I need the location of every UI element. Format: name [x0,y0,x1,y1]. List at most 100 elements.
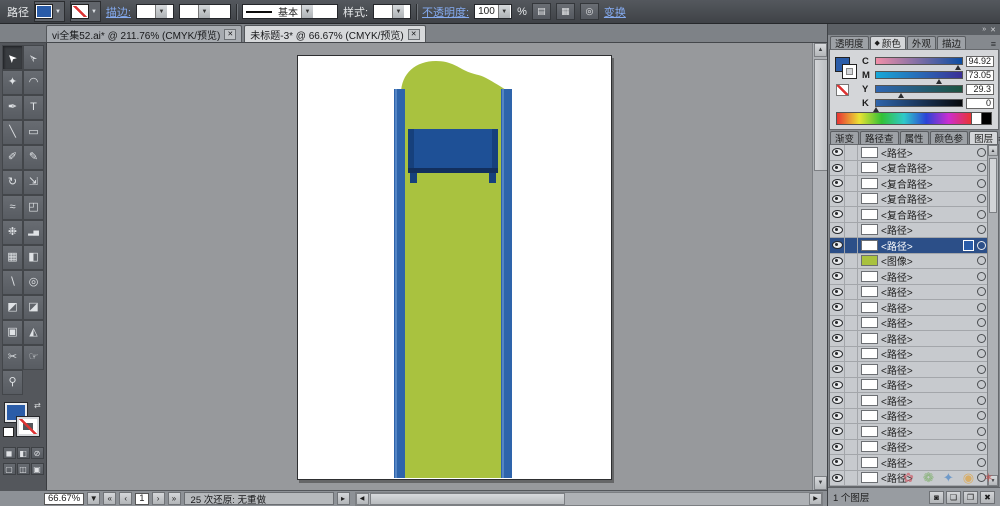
layer-row[interactable]: <路径> [830,408,998,424]
layer-row[interactable]: <路径> [830,377,998,393]
lock-cell[interactable] [845,331,858,346]
slider-marker-icon[interactable] [954,65,961,70]
chevron-down-icon[interactable]: ▼ [300,5,313,18]
layer-row[interactable]: <路径> [830,315,998,331]
mesh-tool[interactable]: ▦ [2,245,23,270]
layers-scrollbar[interactable]: ▲ ▼ [987,145,998,486]
zoom-tool[interactable]: ⚲ [2,370,23,395]
slider-track[interactable] [875,85,963,98]
stroke-link[interactable]: 描边: [106,4,131,20]
visibility-toggle[interactable] [830,439,845,454]
tab-color-guide[interactable]: 颜色参 [929,131,969,145]
slider-value-field[interactable]: 94.92 [966,55,994,67]
type-tool[interactable]: T [23,95,44,120]
lock-cell[interactable] [845,439,858,454]
free-transform-tool[interactable]: ◰ [23,195,44,220]
transform-link[interactable]: 变换 [604,4,626,20]
direct-selection-tool[interactable]: ➢ [23,45,44,70]
pencil-tool[interactable]: ✎ [23,145,44,170]
chevron-down-icon[interactable]: ▼ [53,9,63,15]
lock-cell[interactable] [845,207,858,222]
hscroll-thumb[interactable] [369,492,566,505]
vscroll-thumb[interactable] [814,59,828,171]
target-icon[interactable] [977,256,986,266]
target-icon[interactable] [977,349,986,359]
visibility-toggle[interactable] [830,176,845,191]
spectrum-ramp[interactable] [837,113,971,124]
delete-layer-button[interactable]: ✖ [980,490,995,504]
lock-cell[interactable] [845,160,858,175]
layer-row[interactable]: <路径> [830,300,998,316]
scale-tool[interactable]: ⇲ [23,170,44,195]
lock-cell[interactable] [845,377,858,392]
canvas-area[interactable] [47,43,812,490]
tab-transparency[interactable]: 透明度 [830,36,869,50]
visibility-toggle[interactable] [830,269,845,284]
dock-close-icon[interactable]: ✕ [990,26,996,34]
tab-color[interactable]: ◆ 颜色 [869,36,906,50]
document-tab[interactable]: 未标题-3* @ 66.67% (CMYK/预览) ✕ [244,25,426,42]
lock-cell[interactable] [845,455,858,470]
pen-tool[interactable]: ✒ [2,95,23,120]
visibility-toggle[interactable] [830,315,845,330]
target-icon[interactable] [977,457,986,467]
visibility-toggle[interactable] [830,284,845,299]
target-icon[interactable] [977,380,986,390]
slider-value-field[interactable]: 73.05 [966,69,994,81]
chevron-down-icon[interactable]: ▼ [154,5,167,18]
lock-cell[interactable] [845,145,858,160]
slider-track[interactable] [875,71,963,84]
visibility-toggle[interactable] [830,222,845,237]
prev-page-button[interactable]: ‹ [119,492,133,505]
target-icon[interactable] [977,411,986,421]
fill-swatch[interactable] [36,5,52,18]
opacity-link[interactable]: 不透明度: [422,4,469,20]
target-icon[interactable] [977,240,986,250]
visibility-toggle[interactable] [830,455,845,470]
zoom-dropdown-icon[interactable]: ▼ [87,492,101,505]
tab-appearance[interactable]: 外观 [906,36,936,50]
target-icon[interactable] [977,318,986,328]
last-page-button[interactable]: » [167,492,181,505]
symbol-sprayer-tool[interactable]: ❉ [2,220,23,245]
column-graph-tool[interactable]: ▂▅ [23,220,44,245]
tab-layers[interactable]: 图层 [969,131,999,145]
layer-row[interactable]: <路径> [830,238,998,254]
visibility-toggle[interactable] [830,408,845,423]
layer-row[interactable]: <图像> [830,253,998,269]
color-spectrum-bar[interactable] [836,112,992,125]
document-grid-icon[interactable]: ▦ [555,3,575,20]
next-page-button[interactable]: › [151,492,165,505]
status-flyout-icon[interactable]: ▸ [336,492,350,505]
scroll-down-icon[interactable]: ▼ [988,475,998,486]
layer-row[interactable]: <路径> [830,145,998,161]
rotate-tool[interactable]: ↻ [2,170,23,195]
tab-gradient[interactable]: 渐变 [830,131,860,145]
lock-cell[interactable] [845,346,858,361]
fill-color-picker[interactable]: ▼ [34,1,65,22]
scissors-tool[interactable]: ✂ [2,345,23,370]
visibility-toggle[interactable] [830,346,845,361]
visibility-toggle[interactable] [830,253,845,268]
lock-cell[interactable] [845,176,858,191]
lock-cell[interactable] [845,408,858,423]
graphic-style-combo[interactable]: ▼ [373,4,412,19]
layer-row[interactable]: <复合路径> [830,160,998,176]
target-icon[interactable] [977,395,986,405]
fullscreen-mode-button[interactable]: ▣ [30,463,44,475]
brush-definition-combo[interactable]: ▼ [178,4,231,19]
target-icon[interactable] [977,194,986,204]
crossband-shape[interactable] [408,129,498,173]
target-icon[interactable] [977,209,986,219]
default-fill-stroke-icon[interactable] [3,427,14,437]
reselect-icon[interactable]: ◎ [579,3,599,20]
scroll-up-icon[interactable]: ▲ [814,43,827,57]
gradient-button[interactable]: ◧ [16,447,30,459]
status-readout[interactable]: 25 次还原: 无重做 [183,492,334,505]
slider-track[interactable] [875,57,963,70]
layer-row[interactable]: <路径> [830,439,998,455]
visibility-toggle[interactable] [830,207,845,222]
layer-row[interactable]: <路径> [830,362,998,378]
visibility-toggle[interactable] [830,160,845,175]
make-clip-mask-button[interactable]: ◙ [929,490,944,504]
